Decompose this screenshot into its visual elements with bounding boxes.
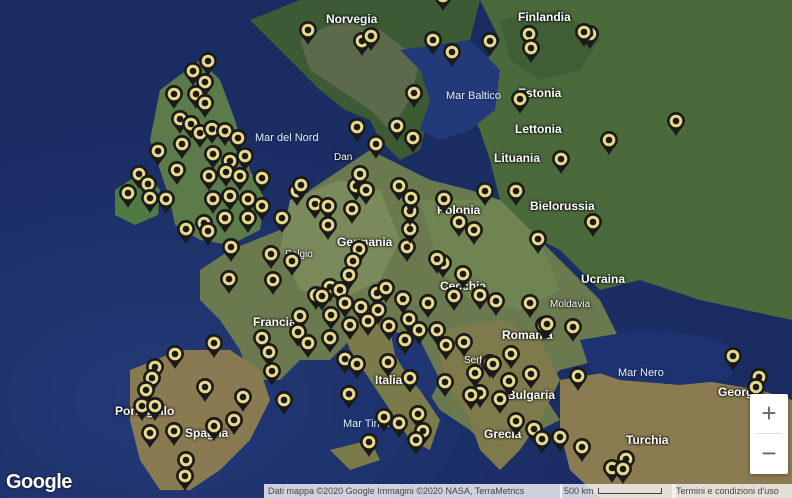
map-pin-icon[interactable] — [463, 220, 485, 246]
map-pin-icon[interactable] — [317, 215, 339, 241]
map-pin-icon[interactable] — [665, 111, 687, 137]
map-pin-icon[interactable] — [297, 333, 319, 359]
map-pin-icon[interactable] — [355, 180, 377, 206]
map-pin-icon[interactable] — [174, 466, 196, 492]
map-pin-icon[interactable] — [441, 42, 463, 68]
map-pin-icon[interactable] — [562, 317, 584, 343]
map-pin-icon[interactable] — [164, 344, 186, 370]
map-pin-icon[interactable] — [220, 237, 242, 263]
zoom-out-button[interactable]: − — [750, 434, 788, 473]
map-pin-icon[interactable] — [281, 251, 303, 277]
map-attribution: Dati mappa ©2020 Google Immagini ©2020 N… — [264, 484, 562, 498]
map-pin-icon[interactable] — [273, 390, 295, 416]
map-pin-icon[interactable] — [166, 160, 188, 186]
map-pin-icon[interactable] — [346, 354, 368, 380]
map-pin-icon[interactable] — [474, 181, 496, 207]
map-pin-icon[interactable] — [432, 0, 454, 12]
map-pin-icon[interactable] — [520, 38, 542, 64]
map-pin-icon[interactable] — [443, 286, 465, 312]
map-pin-icon[interactable] — [175, 219, 197, 245]
map-pin-icon[interactable] — [434, 372, 456, 398]
google-logo: Google — [6, 471, 72, 493]
map-pin-icon[interactable] — [144, 396, 166, 422]
map-pin-icon[interactable] — [377, 352, 399, 378]
map-pin-icon[interactable] — [232, 387, 254, 413]
map-pin-icon[interactable] — [573, 22, 595, 48]
map-pin-icon[interactable] — [117, 183, 139, 209]
map-pin-icon[interactable] — [722, 346, 744, 372]
map-pin-icon[interactable] — [598, 130, 620, 156]
map-pin-icon[interactable] — [339, 315, 361, 341]
map-pin-icon[interactable] — [426, 249, 448, 275]
map-pin-icon[interactable] — [218, 269, 240, 295]
map-pin-icon[interactable] — [536, 314, 558, 340]
zoom-in-button[interactable]: + — [750, 394, 788, 433]
map-pin-icon[interactable] — [271, 208, 293, 234]
map-pin-icon[interactable] — [365, 134, 387, 160]
scale-label: 500 km — [564, 486, 594, 496]
zoom-control: + − — [750, 394, 788, 474]
terms-link[interactable]: Termini e condizioni d'uso — [672, 484, 792, 498]
map-pin-icon[interactable] — [479, 31, 501, 57]
map-canvas[interactable]: Norvegia Finlandia Mar Baltico Estonia L… — [0, 0, 792, 498]
map-pin-icon[interactable] — [571, 437, 593, 463]
map-pin-icon[interactable] — [194, 377, 216, 403]
map-pin-icon[interactable] — [417, 293, 439, 319]
map-pin-icon[interactable] — [405, 430, 427, 456]
scale-bar[interactable]: 500 km — [560, 484, 676, 498]
marker-layer — [0, 0, 792, 498]
map-pin-icon[interactable] — [237, 208, 259, 234]
map-pin-icon[interactable] — [197, 221, 219, 247]
map-pin-icon[interactable] — [260, 244, 282, 270]
map-pin-icon[interactable] — [203, 333, 225, 359]
map-pin-icon[interactable] — [171, 134, 193, 160]
map-pin-icon[interactable] — [203, 416, 225, 442]
map-pin-icon[interactable] — [509, 89, 531, 115]
map-pin-icon[interactable] — [400, 188, 422, 214]
map-pin-icon[interactable] — [338, 384, 360, 410]
map-pin-icon[interactable] — [550, 149, 572, 175]
map-pin-icon[interactable] — [485, 291, 507, 317]
map-pin-icon[interactable] — [360, 26, 382, 52]
map-pin-icon[interactable] — [520, 364, 542, 390]
map-pin-icon[interactable] — [403, 83, 425, 109]
map-pin-icon[interactable] — [549, 427, 571, 453]
map-pin-icon[interactable] — [453, 332, 475, 358]
map-pin-icon[interactable] — [346, 117, 368, 143]
map-pin-icon[interactable] — [567, 366, 589, 392]
scale-bar-line — [597, 488, 662, 494]
map-pin-icon[interactable] — [163, 421, 185, 447]
map-pin-icon[interactable] — [399, 368, 421, 394]
map-pin-icon[interactable] — [505, 181, 527, 207]
map-pin-icon[interactable] — [527, 229, 549, 255]
map-pin-icon[interactable] — [262, 270, 284, 296]
map-pin-icon[interactable] — [460, 385, 482, 411]
map-pin-icon[interactable] — [402, 128, 424, 154]
map-pin-icon[interactable] — [297, 20, 319, 46]
map-pin-icon[interactable] — [612, 459, 634, 485]
map-pin-icon[interactable] — [358, 432, 380, 458]
map-pin-icon[interactable] — [163, 84, 185, 110]
map-pin-icon[interactable] — [223, 410, 245, 436]
map-pin-icon[interactable] — [582, 212, 604, 238]
map-pin-icon[interactable] — [139, 423, 161, 449]
map-pin-icon[interactable] — [311, 286, 333, 312]
map-pin-icon[interactable] — [155, 189, 177, 215]
map-pin-icon[interactable] — [258, 342, 280, 368]
